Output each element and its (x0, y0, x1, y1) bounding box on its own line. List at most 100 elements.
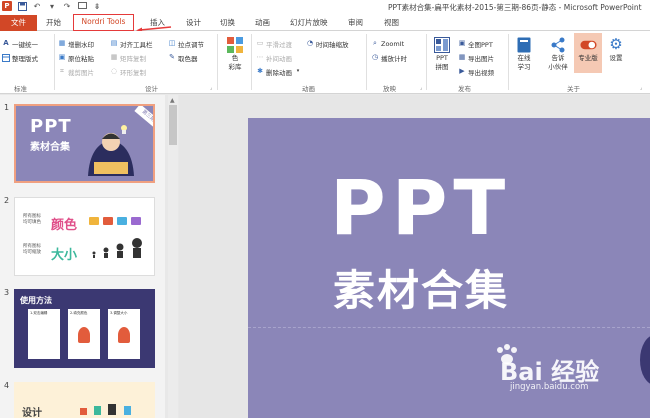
color-picker-label: 取色器 (178, 54, 198, 63)
dialog-launcher-icon[interactable]: ⌟ (210, 85, 212, 91)
zoomit-button[interactable]: ⌕ ZoomIt (371, 38, 404, 49)
share-icon (550, 36, 567, 53)
tab-animations[interactable]: 动画 (255, 17, 270, 28)
thumb4-shape-icon (108, 404, 116, 415)
dialog-launcher-icon[interactable]: ⌟ (640, 85, 642, 91)
thumb3-panel-1: 1.双击编辑 (28, 309, 60, 359)
unify-button[interactable]: A 一键统一 (2, 38, 38, 49)
paste-in-place-button[interactable]: ▣ 原位粘贴 (58, 52, 94, 63)
group-label-design: 设计 (145, 85, 158, 93)
export-image-button[interactable]: ▦ 导出图片 (458, 52, 494, 63)
tidy-layout-button[interactable]: 整理版式 (2, 52, 38, 63)
color-library-label: 色 彩库 (228, 54, 242, 71)
tab-nordri-tools[interactable]: Nordri Tools (73, 14, 134, 31)
thumb2-color-word: 颜色 (51, 218, 78, 233)
powerpoint-app-icon[interactable]: P (2, 1, 12, 11)
ring-icon: ◌ (110, 67, 118, 75)
delete-animation-button[interactable]: ✱ 删除动画 ▾ (256, 66, 302, 77)
window-title: PPT素材合集-扁平化素材-2015-第三期-86页-静态 - Microsof… (388, 3, 642, 12)
watermark-icon: ▦ (58, 39, 66, 47)
timeline-scale-button[interactable]: ◔ 时间轴缩放 (306, 38, 349, 49)
online-learning-button[interactable]: 在线 学习 (512, 36, 536, 72)
settings-button[interactable]: ⚙ 设置 (604, 36, 628, 63)
point-adjust-label: 拉点调节 (178, 40, 204, 49)
red-figure-icon (118, 327, 130, 343)
thumb3-panel-3: 3.调整大小 (108, 309, 140, 359)
full-image-ppt-button[interactable]: ▣ 全图PPT (458, 38, 493, 49)
scroll-up-icon[interactable]: ▲ (170, 97, 175, 104)
scrollbar-thumb[interactable] (169, 105, 177, 145)
thumb3-title: 使用方法 (20, 296, 52, 305)
thumb2-label-2-line-2: 均可缩放 (23, 250, 41, 255)
tab-design[interactable]: 设计 (186, 17, 201, 28)
tab-transitions[interactable]: 切换 (220, 17, 235, 28)
start-slideshow-icon[interactable] (77, 1, 87, 11)
thumb3-caption-1: 1.双击编辑 (30, 311, 48, 315)
slide-thumbnail-3[interactable]: 使用方法 1.双击编辑 2.填充颜色 3.调整大小 (14, 289, 155, 368)
color-picker-button[interactable]: ✎ 取色器 (168, 52, 198, 63)
delete-animation-label: 删除动画 (266, 68, 292, 77)
customize-toolbar-icon[interactable]: ⇟ (92, 1, 102, 11)
tween-animation-label: 补间动画 (266, 54, 292, 63)
gear-icon: ⚙ (609, 35, 623, 53)
layout-icon (2, 53, 10, 62)
group-label-publish: 发布 (458, 85, 471, 93)
timeline-scale-label: 时间轴缩放 (316, 40, 349, 49)
dialog-launcher-icon[interactable]: ⌟ (420, 85, 422, 91)
play-timer-button[interactable]: ◷ 播放计时 (371, 52, 407, 63)
point-adjust-button[interactable]: ◫ 拉点调节 (168, 38, 204, 49)
save-icon[interactable] (17, 1, 27, 11)
tab-review[interactable]: 审阅 (348, 17, 363, 28)
slide-thumbnail-panel: 1 PPT 素材合集 第三期 2 所有图标 均可填色 颜色 所有图标 均可缩放 … (0, 95, 165, 418)
slide-thumbnail-2[interactable]: 所有图标 均可填色 颜色 所有图标 均可缩放 大小 (14, 197, 155, 276)
redo-icon[interactable]: ↷ (62, 1, 72, 11)
pro-version-label: 专业版 (578, 54, 598, 62)
online-learning-label: 在线 学习 (517, 54, 531, 71)
slide-thumbnail-1[interactable]: PPT 素材合集 第三期 (14, 104, 155, 183)
thumb3-caption-3: 3.调整大小 (110, 311, 128, 315)
star-icon: ✱ (257, 67, 263, 75)
thumb2-label-1: 所有图标 均可填色 (23, 214, 41, 226)
group-separator (251, 34, 252, 90)
undo-dropdown-icon[interactable]: ▾ (47, 1, 57, 11)
thumb3-caption-2: 2.填充颜色 (70, 311, 88, 315)
slide-subtitle[interactable]: 素材合集 (333, 270, 509, 312)
watermark-button[interactable]: ▦ 增删水印 (58, 38, 94, 49)
ring-copy-button[interactable]: ◌ 环形复制 (110, 66, 146, 77)
watermark-label: 增删水印 (68, 40, 94, 49)
tab-home[interactable]: 开始 (46, 17, 61, 28)
quick-access-toolbar: P ↶ ▾ ↷ ⇟ (2, 1, 102, 11)
undo-icon[interactable]: ↶ (32, 1, 42, 11)
matrix-copy-label: 矩阵复制 (120, 54, 146, 63)
tab-slideshow[interactable]: 幻灯片放映 (290, 17, 328, 28)
export-video-button[interactable]: ▶ 导出视频 (458, 66, 494, 77)
group-label-play: 放映 (383, 85, 396, 93)
pro-version-button[interactable]: 专业版 (574, 33, 602, 73)
ppt-collage-button[interactable]: PPT 拼图 (430, 36, 454, 72)
group-separator (508, 34, 509, 90)
align-icon: ▤ (110, 39, 118, 47)
toggle-icon (579, 36, 597, 53)
group-separator (426, 34, 427, 90)
crop-image-button[interactable]: ⌗ 裁剪图片 (58, 66, 94, 77)
slide-thumbnail-4[interactable]: 设计 (14, 382, 155, 418)
tween-animation-button[interactable]: ⋯ 补间动画 (256, 52, 293, 63)
slide-title[interactable]: PPT (330, 170, 511, 246)
color-library-button[interactable]: 色 彩库 (223, 36, 247, 72)
collage-icon (434, 36, 451, 53)
color-palette-icon (227, 36, 244, 53)
watermark-url: jingyan.baidu.com (510, 382, 589, 392)
share-button[interactable]: 告诉 小伙伴 (544, 36, 572, 72)
tab-view[interactable]: 视图 (384, 17, 399, 28)
placeholder-border (248, 327, 650, 328)
tab-insert[interactable]: 插入 (150, 17, 165, 28)
group-separator (217, 34, 218, 90)
thumb3-panel-2: 2.填充颜色 (68, 309, 100, 359)
video-icon: ▶ (459, 67, 465, 75)
smooth-transition-button[interactable]: ▭ 平滑过渡 (256, 38, 292, 49)
decorative-shape (640, 335, 650, 385)
tab-file[interactable]: 文件 (0, 15, 37, 31)
align-toolbar-button[interactable]: ▤ 对齐工具栏 (110, 38, 153, 49)
slide-number: 1 (4, 103, 10, 112)
matrix-copy-button[interactable]: ▦ 矩阵复制 (110, 52, 146, 63)
